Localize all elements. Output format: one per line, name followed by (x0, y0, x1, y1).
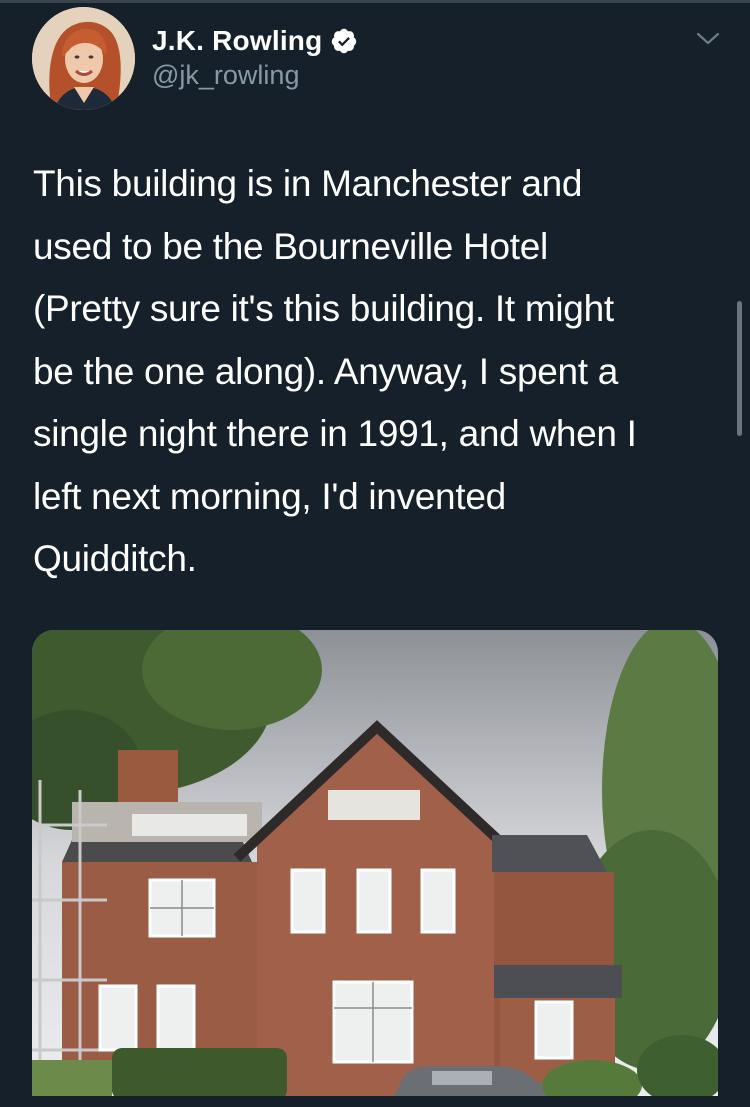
display-name[interactable]: J.K. Rowling (152, 25, 322, 57)
author-handle[interactable]: @jk_rowling (152, 60, 299, 91)
tweet-photo[interactable] (32, 630, 718, 1100)
scrollbar[interactable] (737, 301, 742, 436)
bottom-bar (0, 1096, 750, 1107)
avatar[interactable] (32, 7, 135, 110)
tweet[interactable]: J.K. Rowling @jk_rowling This building i… (0, 3, 750, 1107)
tweet-text: This building is in Manchester and used … (33, 163, 637, 579)
author-name-row[interactable]: J.K. Rowling (152, 23, 358, 59)
chevron-down-icon[interactable] (694, 29, 722, 49)
verified-badge-icon (330, 27, 358, 55)
